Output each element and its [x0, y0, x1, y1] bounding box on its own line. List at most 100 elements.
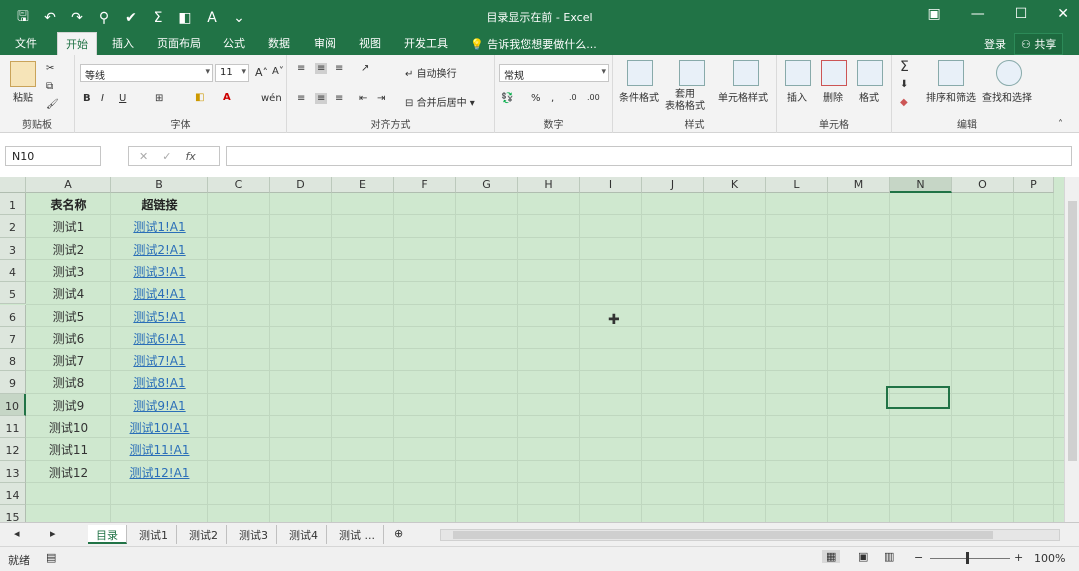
align-right-icon[interactable]: ≡: [335, 93, 343, 104]
fill-icon[interactable]: ⬇: [900, 79, 908, 90]
hyperlink-cell[interactable]: 测试8!A1: [111, 374, 208, 391]
column-header-m[interactable]: M: [828, 177, 890, 193]
column-header-f[interactable]: F: [394, 177, 456, 193]
horizontal-scrollbar[interactable]: [440, 529, 1060, 541]
decrease-indent-icon[interactable]: ⇤: [359, 93, 367, 104]
hyperlink-cell[interactable]: 测试10!A1: [111, 419, 208, 436]
format-cells-icon[interactable]: [857, 60, 883, 86]
phonetic-icon[interactable]: wén: [261, 93, 282, 104]
formula-input[interactable]: [226, 146, 1072, 166]
column-header-a[interactable]: A: [26, 177, 111, 193]
sort-filter-icon[interactable]: [938, 60, 964, 86]
hyperlink-cell[interactable]: 测试1!A1: [111, 218, 208, 235]
row-header-3[interactable]: 3: [0, 237, 26, 260]
row-header-8[interactable]: 8: [0, 349, 26, 372]
insert-cells-icon[interactable]: [785, 60, 811, 86]
delete-cells-button[interactable]: 删除: [823, 89, 843, 104]
format-as-table-icon[interactable]: [679, 60, 705, 86]
minimize-icon[interactable]: —: [971, 6, 985, 22]
decrease-decimal-icon[interactable]: .00: [587, 93, 600, 102]
zoom-slider[interactable]: [930, 558, 1010, 559]
tab-data[interactable]: 数据: [268, 35, 290, 51]
autosum-icon[interactable]: Σ: [900, 59, 909, 75]
hyperlink-cell[interactable]: 测试5!A1: [111, 308, 208, 325]
next-sheet-icon[interactable]: ▸: [42, 525, 64, 544]
number-format-select[interactable]: 常规: [499, 64, 609, 82]
tab-home[interactable]: 开始: [57, 32, 97, 55]
add-sheet-icon[interactable]: ⊕: [386, 525, 411, 544]
conditional-format-button[interactable]: 条件格式: [619, 89, 659, 104]
bold-icon[interactable]: B: [83, 93, 91, 104]
cell-styles-icon[interactable]: [733, 60, 759, 86]
insert-cells-button[interactable]: 插入: [787, 89, 807, 104]
zoom-level[interactable]: 100%: [1034, 552, 1065, 565]
sheet-tab-test1[interactable]: 测试1: [131, 525, 177, 544]
accounting-format-icon[interactable]: 💱: [501, 93, 513, 104]
hyperlink-cell[interactable]: 测试4!A1: [111, 285, 208, 302]
cut-icon[interactable]: ✂: [46, 63, 54, 74]
sort-filter-button[interactable]: 排序和筛选: [926, 89, 976, 104]
hyperlink-cell[interactable]: 测试6!A1: [111, 330, 208, 347]
increase-indent-icon[interactable]: ⇥: [377, 93, 385, 104]
sheet-tab-test4[interactable]: 测试4: [281, 525, 327, 544]
row-header-10[interactable]: 10: [0, 393, 26, 416]
row-header-6[interactable]: 6: [0, 304, 26, 327]
fill-color-icon[interactable]: ◧: [195, 92, 204, 103]
font-size-select[interactable]: 11: [215, 64, 249, 82]
tab-formulas[interactable]: 公式: [223, 35, 245, 51]
column-header-d[interactable]: D: [270, 177, 332, 193]
column-header-p[interactable]: P: [1014, 177, 1054, 193]
column-header-b[interactable]: B: [111, 177, 208, 193]
copy-icon[interactable]: ⧉: [46, 81, 53, 92]
tab-insert[interactable]: 插入: [112, 35, 134, 51]
horizontal-scroll-thumb[interactable]: [453, 531, 993, 539]
cell-styles-button[interactable]: 单元格样式: [718, 89, 768, 104]
vertical-scroll-thumb[interactable]: [1068, 201, 1077, 461]
tab-page-layout[interactable]: 页面布局: [157, 35, 201, 51]
page-layout-view-icon[interactable]: ▣: [858, 550, 868, 563]
zoom-slider-handle[interactable]: [966, 552, 969, 564]
conditional-format-icon[interactable]: [627, 60, 653, 86]
row-header-4[interactable]: 4: [0, 259, 26, 283]
column-header-g[interactable]: G: [456, 177, 518, 193]
column-header-h[interactable]: H: [518, 177, 580, 193]
row-header-14[interactable]: 14: [0, 482, 26, 506]
row-header-5[interactable]: 5: [0, 282, 26, 305]
login-link[interactable]: 登录: [984, 36, 1006, 52]
prev-sheet-icon[interactable]: ◂: [6, 525, 28, 544]
paste-icon[interactable]: [10, 61, 36, 87]
shrink-font-icon[interactable]: A˅: [272, 66, 284, 77]
tab-file[interactable]: 文件: [15, 35, 37, 51]
grow-font-icon[interactable]: A˄: [255, 66, 268, 79]
selected-cell-n10[interactable]: [886, 386, 950, 409]
row-header-11[interactable]: 11: [0, 416, 26, 439]
macro-record-icon[interactable]: ▤: [46, 551, 56, 564]
wrap-text-button[interactable]: ↵ 自动换行: [405, 65, 457, 80]
share-button[interactable]: ⚇ 共享: [1014, 33, 1064, 55]
ribbon-display-icon[interactable]: ▣: [927, 6, 940, 22]
normal-view-icon[interactable]: ▦: [822, 550, 841, 563]
tab-view[interactable]: 视图: [359, 35, 381, 51]
maximize-icon[interactable]: ☐: [1015, 6, 1028, 22]
increase-decimal-icon[interactable]: .0: [569, 93, 577, 102]
tab-developer[interactable]: 开发工具: [404, 35, 448, 51]
column-header-e[interactable]: E: [332, 177, 394, 193]
row-header-9[interactable]: 9: [0, 371, 26, 394]
percent-icon[interactable]: %: [531, 93, 541, 104]
zoom-out-icon[interactable]: −: [914, 551, 923, 564]
hyperlink-cell[interactable]: 测试3!A1: [111, 263, 208, 280]
font-name-select[interactable]: 等线: [80, 64, 213, 82]
column-header-l[interactable]: L: [766, 177, 828, 193]
zoom-in-icon[interactable]: +: [1014, 551, 1023, 564]
collapse-ribbon-icon[interactable]: ˄: [1058, 119, 1063, 130]
hyperlink-cell[interactable]: 测试2!A1: [111, 241, 208, 258]
sheet-tab-directory[interactable]: 目录: [88, 525, 127, 544]
close-icon[interactable]: ✕: [1057, 6, 1069, 22]
tell-me-box[interactable]: 💡 告诉我您想要做什么...: [470, 36, 597, 52]
row-header-15[interactable]: 15: [0, 505, 26, 522]
format-as-table-button[interactable]: 套用 表格格式: [665, 89, 705, 113]
find-select-icon[interactable]: [996, 60, 1022, 86]
hyperlink-cell[interactable]: 测试11!A1: [111, 441, 208, 458]
worksheet-grid[interactable]: ABCDEFGHIJKLMNOP 12345678910111213141516…: [0, 177, 1079, 522]
clear-icon[interactable]: ◆: [900, 97, 908, 108]
